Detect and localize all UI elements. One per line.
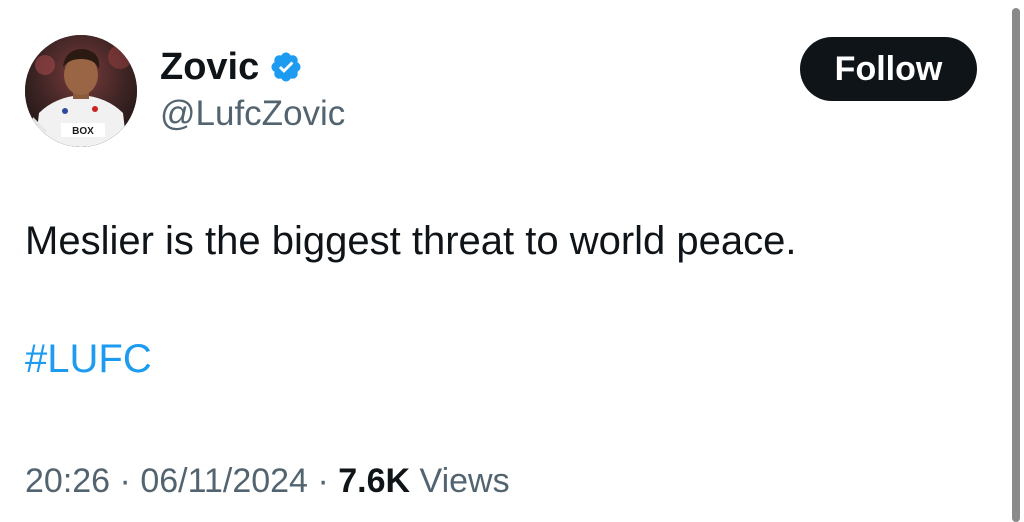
tweet-meta: 20:26 · 06/11/2024 · 7.6K Views [25,458,510,504]
user-handle[interactable]: @LufcZovic [160,92,345,136]
views-count: 7.6K [338,462,411,500]
verified-badge-icon [271,52,301,82]
avatar-jersey-text: BOX [72,126,94,137]
views-label: Views [419,462,510,500]
meta-separator: · [317,462,329,500]
hashtag-link[interactable]: #LUFC [25,332,152,386]
tweet-date[interactable]: 06/11/2024 [140,462,308,500]
tweet-time[interactable]: 20:26 [25,462,110,500]
avatar-image: BOX [25,35,137,147]
follow-button[interactable]: Follow [800,37,977,101]
tweet-card: BOX Zovic @LufcZovic Follow Meslier is t… [0,0,1024,522]
avatar[interactable]: BOX [25,35,137,147]
meta-separator: · [119,462,131,500]
display-name[interactable]: Zovic [160,44,259,90]
name-row: Zovic [160,44,303,90]
tweet-text: Meslier is the biggest threat to world p… [25,219,797,263]
scrollbar[interactable] [1012,8,1020,522]
